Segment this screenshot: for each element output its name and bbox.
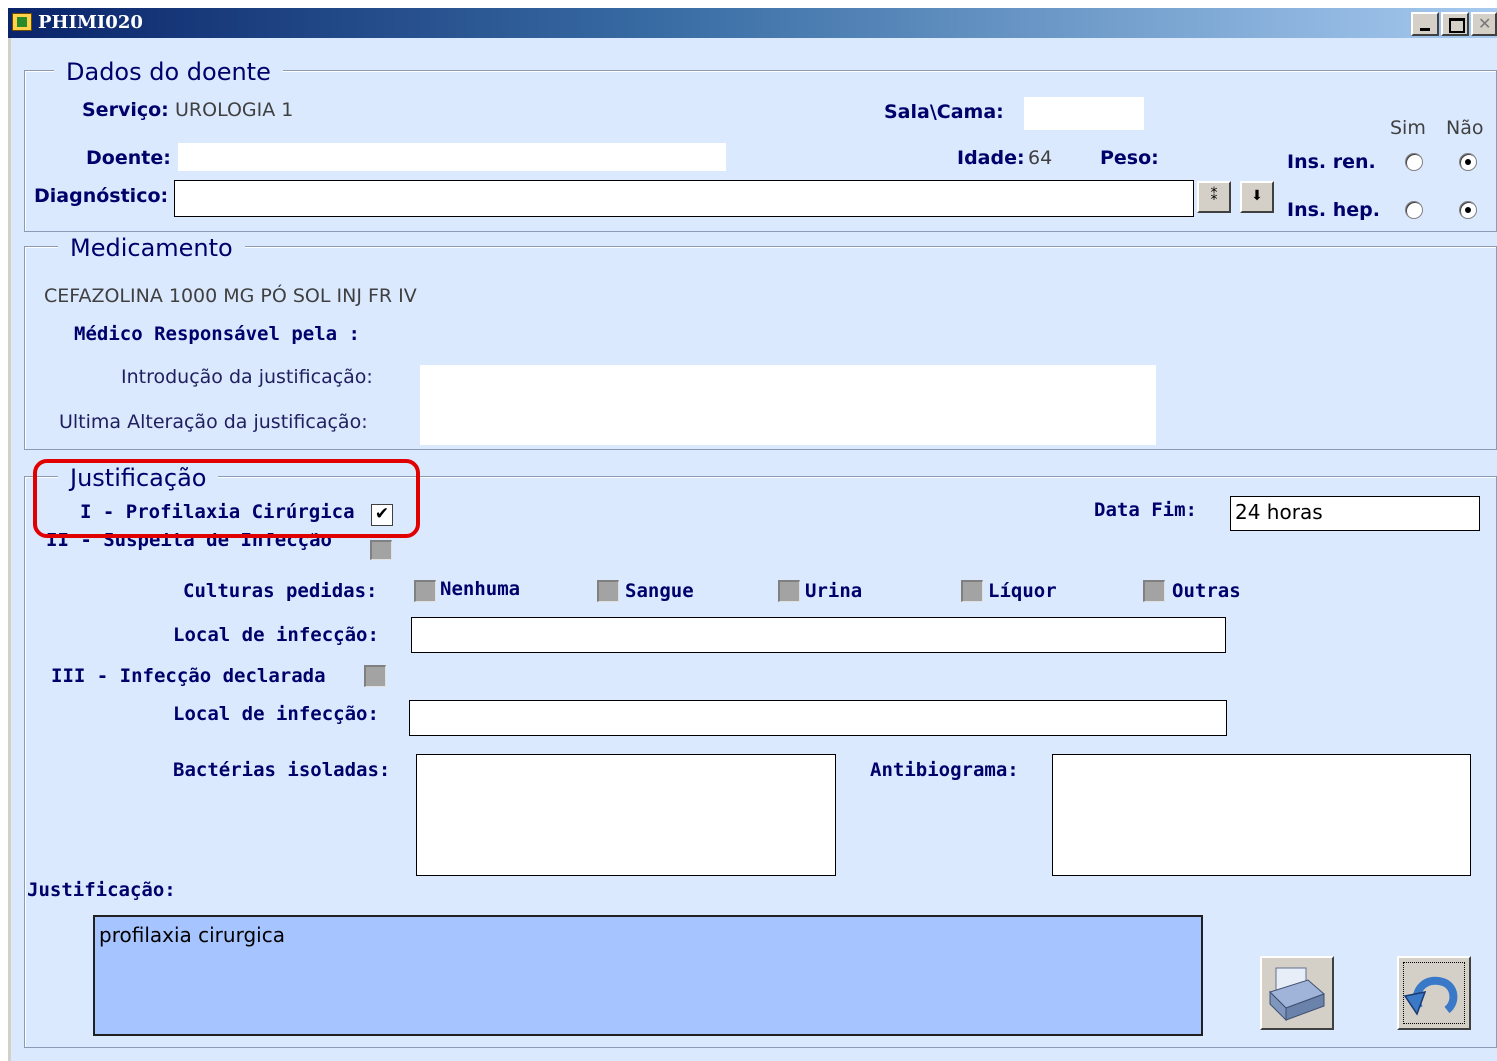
peso-label: Peso: <box>1100 147 1159 169</box>
servico-value: UROLOGIA 1 <box>175 99 294 121</box>
local-infeccao-label: Local de infecção: <box>173 624 379 646</box>
suspeita-infeccao-checkbox[interactable] <box>370 540 392 560</box>
title-bar[interactable]: PHIMI020 <box>8 8 1497 38</box>
focus-rect <box>1403 962 1465 1024</box>
minimize-button[interactable] <box>1411 12 1439 36</box>
nao-label: Não <box>1446 117 1484 139</box>
cultura-liquor-label: Líquor <box>988 580 1057 602</box>
diagnostico-dropdown-button[interactable]: ⬇ <box>1240 181 1274 213</box>
cultura-urina-checkbox[interactable] <box>778 580 800 602</box>
cultura-nenhuma-checkbox[interactable] <box>414 580 436 602</box>
highlight-annotation <box>33 459 420 538</box>
close-button[interactable] <box>1471 12 1497 36</box>
medicamento-name: CEFAZOLINA 1000 MG PÓ SOL INJ FR IV <box>44 285 417 307</box>
ultima-alteracao-label: Ultima Alteração da justificação: <box>59 411 368 433</box>
introducao-label: Introdução da justificação: <box>121 366 373 388</box>
local-infeccao-2-label: Local de infecção: <box>173 703 379 725</box>
local-infeccao-2-field[interactable] <box>409 700 1227 736</box>
bacterias-label: Bactérias isoladas: <box>173 759 391 781</box>
diagnostico-label: Diagnóstico: <box>34 185 169 207</box>
app-icon <box>12 13 32 31</box>
idade-value: 64 <box>1028 147 1053 169</box>
cultura-outras-label: Outras <box>1172 580 1241 602</box>
ins-ren-sim-radio[interactable] <box>1405 153 1423 171</box>
justificacao-info-field <box>420 365 1156 445</box>
sala-cama-field[interactable] <box>1024 97 1144 130</box>
cultura-sangue-label: Sangue <box>625 580 694 602</box>
medicamento-legend: Medicamento <box>58 234 245 262</box>
dados-doente-legend: Dados do doente <box>54 58 283 86</box>
antibiograma-field[interactable] <box>1052 754 1471 876</box>
doente-label: Doente: <box>86 147 171 169</box>
window-title: PHIMI020 <box>38 12 143 33</box>
ins-hep-sim-radio[interactable] <box>1405 201 1423 219</box>
medico-responsavel-label: Médico Responsável pela : <box>74 323 360 345</box>
diagnostico-search-button[interactable]: ⁑ <box>1197 181 1231 213</box>
antibiograma-label: Antibiograma: <box>870 759 1019 781</box>
doente-field[interactable] <box>178 143 726 171</box>
sim-label: Sim <box>1390 117 1426 139</box>
ins-ren-nao-radio[interactable] <box>1459 153 1477 171</box>
cultura-sangue-checkbox[interactable] <box>597 580 619 602</box>
data-fim-label: Data Fim: <box>1094 499 1197 521</box>
bacterias-field[interactable] <box>416 754 836 876</box>
idade-label: Idade: <box>957 147 1025 169</box>
ins-hep-nao-radio[interactable] <box>1459 201 1477 219</box>
ins-hep-label: Ins. hep. <box>1287 199 1380 221</box>
cultura-outras-checkbox[interactable] <box>1143 580 1165 602</box>
local-infeccao-field[interactable] <box>411 617 1226 653</box>
infeccao-declarada-checkbox[interactable] <box>364 665 386 687</box>
justificacao-text-label: Justificação: <box>27 879 176 901</box>
maximize-button[interactable] <box>1441 12 1469 36</box>
down-arrow-icon: ⬇ <box>1251 188 1263 204</box>
printer-icon <box>1269 967 1325 1022</box>
undo-button[interactable] <box>1397 956 1471 1030</box>
justificacao-textarea[interactable]: profilaxia cirurgica <box>93 915 1203 1036</box>
culturas-label: Culturas pedidas: <box>183 580 378 602</box>
cultura-urina-label: Urina <box>805 580 863 602</box>
infeccao-declarada-label: III - Infecção declarada <box>51 665 326 687</box>
search-icon: ⁑ <box>1210 188 1218 204</box>
servico-label: Serviço: <box>82 99 169 121</box>
cultura-liquor-checkbox[interactable] <box>961 580 983 602</box>
diagnostico-field[interactable] <box>174 180 1194 217</box>
ins-ren-label: Ins. ren. <box>1287 151 1376 173</box>
print-button[interactable] <box>1260 956 1334 1030</box>
cultura-nenhuma-label: Nenhuma <box>440 578 521 600</box>
data-fim-field[interactable]: 24 horas <box>1230 496 1480 531</box>
sala-cama-label: Sala\Cama: <box>884 101 1004 123</box>
